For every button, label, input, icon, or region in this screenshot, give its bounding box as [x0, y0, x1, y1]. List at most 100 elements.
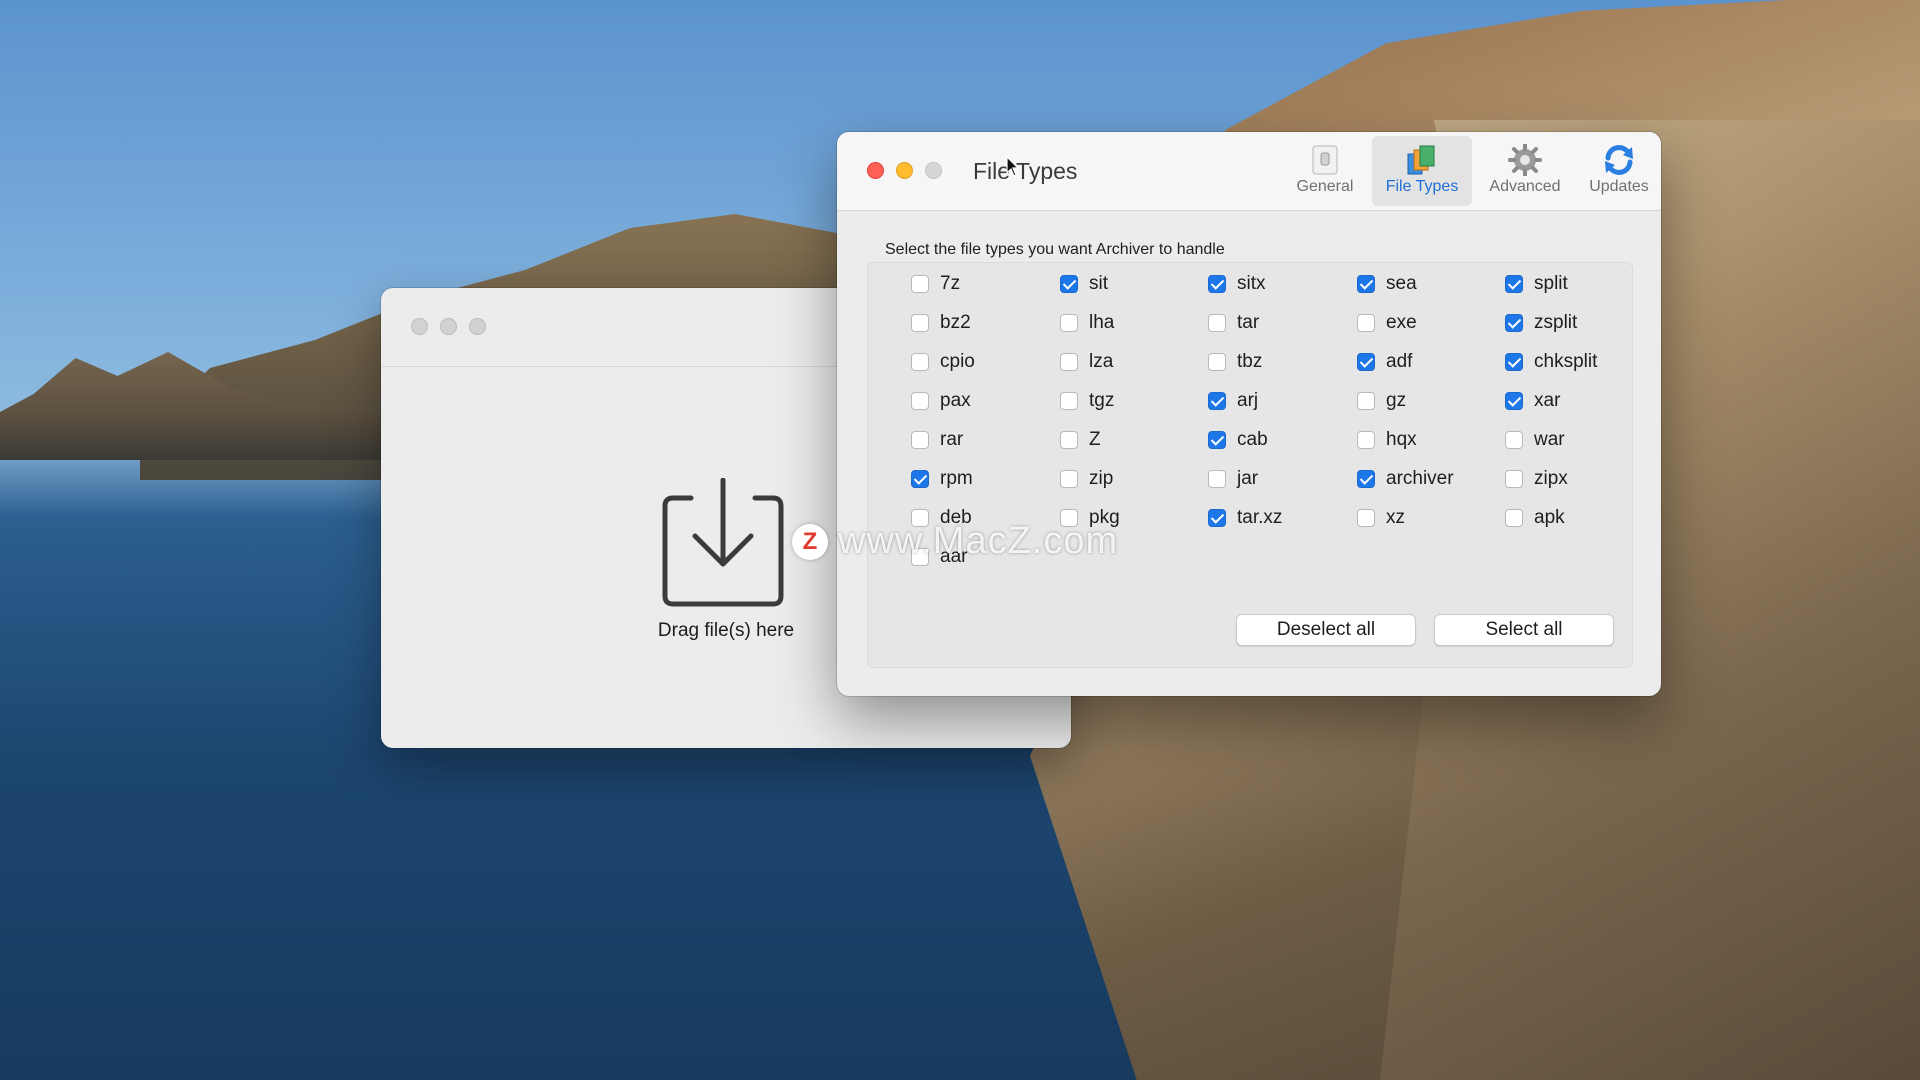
- file-type-option[interactable]: bz2: [911, 312, 971, 334]
- tab-label: File Types: [1385, 178, 1459, 195]
- file-type-label: 7z: [940, 273, 961, 294]
- checkbox[interactable]: [1208, 470, 1226, 488]
- file-type-option[interactable]: split: [1505, 273, 1568, 295]
- window-title: File Types: [973, 158, 1078, 184]
- checkbox[interactable]: [911, 275, 929, 293]
- checkbox[interactable]: [1060, 275, 1078, 293]
- file-type-label: cpio: [940, 351, 975, 372]
- file-type-option[interactable]: sit: [1060, 273, 1108, 295]
- file-type-label: tar: [1237, 312, 1260, 333]
- checkbox[interactable]: [1208, 431, 1226, 449]
- checkbox[interactable]: [1505, 275, 1523, 293]
- checkbox[interactable]: [1357, 470, 1375, 488]
- checkbox[interactable]: [1208, 275, 1226, 293]
- deselect-all-button[interactable]: Deselect all: [1236, 614, 1416, 646]
- file-type-label: xar: [1534, 390, 1561, 411]
- checkbox[interactable]: [1208, 509, 1226, 527]
- file-type-option[interactable]: arj: [1208, 390, 1258, 412]
- file-type-option[interactable]: hqx: [1357, 429, 1417, 451]
- checkbox[interactable]: [1505, 509, 1523, 527]
- file-type-option[interactable]: cpio: [911, 351, 975, 373]
- preferences-content: Select the file types you want Archiver …: [837, 211, 1661, 696]
- checkbox[interactable]: [1060, 314, 1078, 332]
- checkbox[interactable]: [1357, 353, 1375, 371]
- checkbox[interactable]: [911, 353, 929, 371]
- checkbox[interactable]: [1060, 392, 1078, 410]
- file-type-option[interactable]: zip: [1060, 468, 1113, 490]
- file-type-option[interactable]: archiver: [1357, 468, 1454, 490]
- checkbox[interactable]: [1505, 353, 1523, 371]
- file-type-option[interactable]: xar: [1505, 390, 1560, 412]
- zoom-button[interactable]: [469, 318, 486, 335]
- checkbox[interactable]: [911, 392, 929, 410]
- checkbox[interactable]: [1060, 353, 1078, 371]
- traffic-lights: [867, 162, 942, 179]
- file-type-option[interactable]: Z: [1060, 429, 1101, 451]
- tab-label: General: [1296, 178, 1354, 195]
- checkbox[interactable]: [911, 314, 929, 332]
- select-all-button[interactable]: Select all: [1434, 614, 1614, 646]
- checkbox[interactable]: [1208, 314, 1226, 332]
- file-type-option[interactable]: adf: [1357, 351, 1412, 373]
- file-type-option[interactable]: 7z: [911, 273, 960, 295]
- close-button[interactable]: [867, 162, 884, 179]
- checkbox[interactable]: [1505, 431, 1523, 449]
- file-type-label: chksplit: [1534, 351, 1598, 372]
- minimize-button[interactable]: [896, 162, 913, 179]
- file-type-label: split: [1534, 273, 1568, 294]
- checkbox[interactable]: [1357, 509, 1375, 527]
- checkbox[interactable]: [1208, 353, 1226, 371]
- file-type-option[interactable]: tbz: [1208, 351, 1262, 373]
- file-type-option[interactable]: pax: [911, 390, 971, 412]
- file-type-option[interactable]: tar.xz: [1208, 507, 1282, 529]
- file-type-option[interactable]: chksplit: [1505, 351, 1597, 373]
- tab-general[interactable]: General: [1287, 136, 1363, 206]
- traffic-lights: [411, 318, 486, 335]
- file-type-option[interactable]: war: [1505, 429, 1565, 451]
- checkbox[interactable]: [1357, 431, 1375, 449]
- tab-file-types[interactable]: File Types: [1372, 136, 1472, 206]
- file-type-option[interactable]: sea: [1357, 273, 1417, 295]
- tab-label: Advanced: [1489, 178, 1561, 195]
- file-type-label: xz: [1386, 507, 1405, 528]
- checkbox[interactable]: [1060, 470, 1078, 488]
- file-type-option[interactable]: gz: [1357, 390, 1406, 412]
- tab-updates[interactable]: Updates: [1577, 136, 1661, 206]
- file-type-label: rar: [940, 429, 964, 450]
- checkbox[interactable]: [1357, 392, 1375, 410]
- checkbox[interactable]: [1357, 314, 1375, 332]
- checkbox[interactable]: [1357, 275, 1375, 293]
- file-type-option[interactable]: zsplit: [1505, 312, 1577, 334]
- checkbox[interactable]: [911, 470, 929, 488]
- file-type-option[interactable]: cab: [1208, 429, 1268, 451]
- file-type-option[interactable]: xz: [1357, 507, 1405, 529]
- file-type-option[interactable]: rar: [911, 429, 963, 451]
- checkbox[interactable]: [1505, 470, 1523, 488]
- file-type-option[interactable]: zipx: [1505, 468, 1568, 490]
- minimize-button[interactable]: [440, 318, 457, 335]
- checkbox[interactable]: [1505, 314, 1523, 332]
- file-type-option[interactable]: jar: [1208, 468, 1258, 490]
- file-type-option[interactable]: lha: [1060, 312, 1114, 334]
- checkbox[interactable]: [1208, 392, 1226, 410]
- file-type-option[interactable]: apk: [1505, 507, 1565, 529]
- file-type-option[interactable]: rpm: [911, 468, 973, 490]
- close-button[interactable]: [411, 318, 428, 335]
- download-tray-icon[interactable]: [661, 478, 785, 608]
- file-type-label: arj: [1237, 390, 1259, 411]
- file-type-label: sit: [1089, 273, 1108, 294]
- checkbox[interactable]: [1060, 431, 1078, 449]
- zoom-button[interactable]: [925, 162, 942, 179]
- file-type-option[interactable]: sitx: [1208, 273, 1266, 295]
- file-type-option[interactable]: exe: [1357, 312, 1417, 334]
- file-type-label: tar.xz: [1237, 507, 1283, 528]
- file-type-option[interactable]: tgz: [1060, 390, 1114, 412]
- file-type-label: adf: [1386, 351, 1413, 372]
- file-type-option[interactable]: tar: [1208, 312, 1259, 334]
- checkbox[interactable]: [1505, 392, 1523, 410]
- preferences-toolbar[interactable]: File Types General File Types Advanced U…: [837, 132, 1661, 211]
- tab-advanced[interactable]: Advanced: [1473, 136, 1577, 206]
- checkbox[interactable]: [911, 431, 929, 449]
- file-type-label: zsplit: [1534, 312, 1578, 333]
- file-type-option[interactable]: lza: [1060, 351, 1113, 373]
